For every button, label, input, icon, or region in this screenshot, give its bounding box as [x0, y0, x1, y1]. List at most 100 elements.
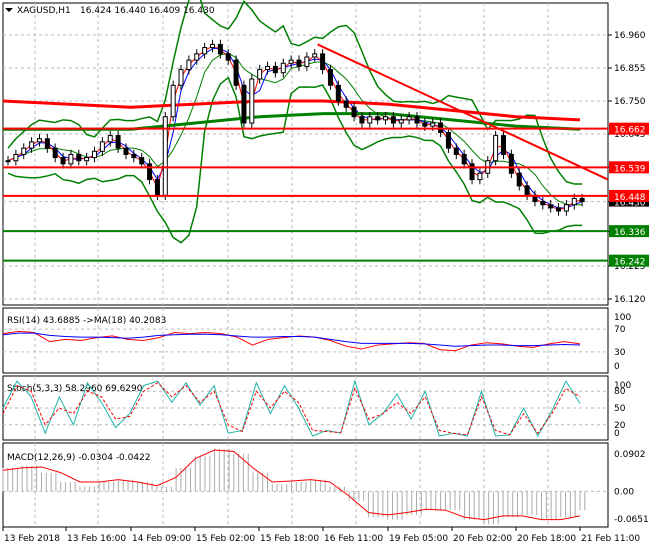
level-label: 16.539 [614, 164, 646, 174]
candle-body [60, 157, 66, 165]
candle-body [29, 141, 35, 149]
candle-body [320, 53, 326, 71]
candle-body [540, 201, 546, 206]
candle-body [390, 116, 396, 124]
x-tick-label: 20 Feb 18:00 [517, 534, 576, 544]
x-tick-label: 14 Feb 09:00 [132, 534, 191, 544]
symbol-label: XAGUSD,H1 [17, 6, 71, 16]
candle-body [524, 185, 530, 196]
candle-body [154, 179, 160, 196]
candle-body [453, 147, 459, 155]
candle-body [170, 84, 176, 118]
candle-body [147, 163, 153, 181]
y-tick-label: 0 [614, 429, 620, 439]
level-label: 16.336 [614, 228, 646, 238]
chart-canvas[interactable]: 13 Feb 2018 13 Feb 16:00 14 Feb 09:00 15 Fe… [0, 0, 650, 550]
y-tick-label: 0.0902 [614, 450, 646, 460]
candle-body [296, 59, 302, 67]
candle-body [351, 106, 357, 118]
x-tick-label: 19 Feb 05:00 [389, 534, 448, 544]
candle-body [304, 56, 310, 67]
y-tick-label: 16.750 [614, 97, 646, 107]
candle-body [556, 207, 562, 212]
y-tick-label: 16.120 [614, 295, 646, 305]
candle-body [217, 43, 223, 55]
candle-body [5, 160, 11, 163]
level-label: 16.448 [614, 193, 646, 203]
candle-body [36, 138, 42, 143]
y-tick-label: 16.960 [614, 31, 646, 41]
candle-body [548, 204, 554, 209]
y-tick-label: 0.00 [614, 487, 634, 497]
candle-body [194, 53, 200, 61]
candle-body [52, 147, 58, 159]
candle-body [139, 157, 145, 165]
candle-body [225, 53, 231, 61]
candle-body [367, 116, 373, 124]
candle-body [359, 116, 365, 124]
y-tick-label: -0.0651 [614, 515, 649, 525]
candle-body [233, 59, 239, 86]
y-tick-label: 30 [614, 348, 626, 358]
candle-body [500, 135, 506, 155]
candle-body [249, 78, 255, 124]
y-tick-label: 50 [614, 404, 626, 414]
indicator-title: RSI(14) 43.6885 ->MA(18) 40.2083 [7, 316, 166, 326]
candle-body [327, 69, 333, 86]
indicator-title: MACD(12,26,9) -0.0304 -0.0422 [7, 453, 151, 463]
candle-body [84, 157, 90, 162]
x-tick-label: 16 Feb 11:00 [324, 534, 383, 544]
candle-body [288, 59, 294, 64]
candle-body [13, 153, 19, 162]
candle-body [508, 153, 514, 174]
candle-body [280, 62, 286, 74]
candle-body [107, 135, 113, 143]
candle-body [335, 84, 341, 102]
candle-body [563, 204, 569, 212]
level-label: 16.662 [614, 126, 646, 136]
y-tick-label: 70 [614, 325, 626, 335]
dropdown-arrow-icon [5, 8, 13, 12]
candle-body [123, 147, 129, 155]
candle-body [186, 59, 192, 71]
candle-body [272, 65, 278, 74]
y-tick-label: 100 [614, 313, 631, 323]
candle-body [516, 172, 522, 187]
candle-body [115, 135, 121, 149]
candle-body [445, 131, 451, 149]
candle-body [579, 197, 585, 203]
ohlc-values: 16.424 16.440 16.409 16.430 [80, 6, 215, 16]
candle-body [571, 197, 577, 206]
x-tick-label: 20 Feb 02:00 [453, 534, 512, 544]
candle-body [257, 69, 263, 80]
y-tick-label: 16.855 [614, 64, 646, 74]
candle-body [430, 122, 436, 127]
candle-body [265, 65, 271, 71]
candle-body [209, 43, 215, 49]
y-tick-label: 0 [614, 362, 620, 372]
candle-body [406, 116, 412, 121]
candle-body [99, 141, 105, 152]
candle-body [241, 84, 247, 124]
candle-body [383, 116, 389, 121]
chart-window[interactable]: 13 Feb 2018 13 Feb 16:00 14 Feb 09:00 15 Fe… [0, 0, 650, 550]
candle-body [312, 53, 318, 58]
candle-body [21, 147, 27, 155]
candle-body [178, 69, 184, 86]
candle-body [422, 122, 428, 127]
candle-body [44, 138, 50, 149]
candle-body [68, 153, 74, 165]
level-label: 16.242 [614, 258, 646, 268]
candle-body [343, 100, 349, 108]
candle-body [92, 150, 98, 159]
candle-body [131, 153, 137, 159]
x-tick-label: 15 Feb 18:00 [260, 534, 319, 544]
y-tick-label: 80 [614, 387, 626, 397]
candle-body [202, 47, 208, 55]
x-tick-label: 13 Feb 16:00 [67, 534, 126, 544]
candle-body [469, 163, 475, 181]
candle-body [461, 153, 467, 165]
candle-body [76, 153, 82, 162]
candle-body [477, 172, 483, 181]
candle-body [493, 135, 499, 162]
